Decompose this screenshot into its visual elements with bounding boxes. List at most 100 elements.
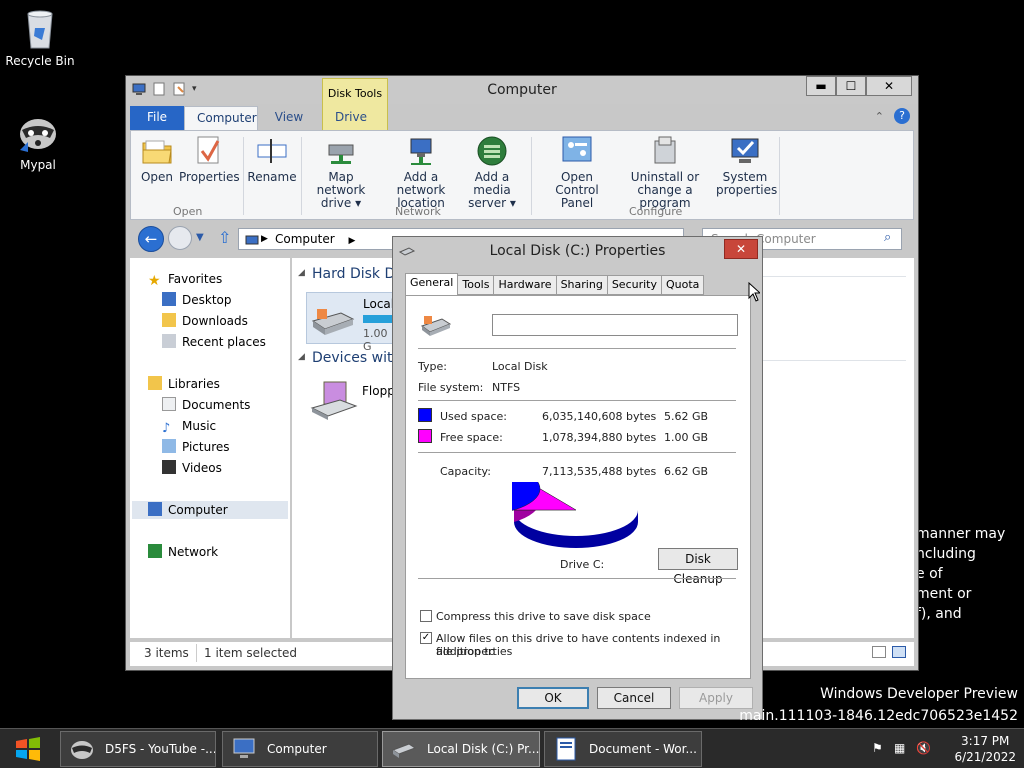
details-view-icon[interactable] <box>872 646 886 658</box>
drive-icon <box>391 736 417 762</box>
tab-quota[interactable]: Quota <box>660 275 705 295</box>
tab-tools[interactable]: Tools <box>457 275 495 295</box>
large-icons-view-icon[interactable] <box>892 646 906 658</box>
nav-favorites[interactable]: ★ Favorites <box>148 270 222 288</box>
maximize-button[interactable]: ☐ <box>836 76 866 96</box>
window-title: Computer <box>487 82 557 98</box>
rename-button[interactable]: Rename <box>247 135 297 184</box>
breadcrumb-chevron-icon[interactable]: ▶ <box>348 236 355 246</box>
nav-network[interactable]: Network <box>148 543 218 561</box>
tab-file[interactable]: File <box>130 106 184 130</box>
navigation-pane: ★ Favorites Desktop Downloads Recent plac… <box>130 258 290 638</box>
dialog-tabs: General Tools Hardware Sharing Security … <box>405 273 705 295</box>
nav-videos[interactable]: Videos <box>162 459 222 477</box>
recycle-bin-desktop-icon[interactable]: Recycle Bin <box>0 6 80 68</box>
watermark-line-1: Windows Developer Preview <box>820 686 1018 702</box>
tab-view[interactable]: View <box>258 106 320 130</box>
group-label-configure: Configure <box>629 205 683 218</box>
properties-icon <box>192 135 224 167</box>
search-icon[interactable]: ⌕ <box>884 230 891 245</box>
system-properties-button[interactable]: System properties <box>715 135 777 197</box>
disk-cleanup-button[interactable]: Disk Cleanup <box>658 548 738 586</box>
nav-music[interactable]: ♪ Music <box>162 417 216 436</box>
nav-libraries[interactable]: Libraries <box>148 375 220 393</box>
ribbon-separator <box>301 137 302 215</box>
open-control-panel-button[interactable]: Open Control Panel <box>539 135 615 210</box>
minimize-button[interactable]: ▬ <box>806 76 836 96</box>
tab-computer[interactable]: Computer <box>184 106 258 130</box>
breadcrumb-chevron-icon[interactable]: ▶ <box>261 229 268 249</box>
general-tab-panel: Type: Local Disk File system: NTFS Used … <box>405 295 751 679</box>
nav-pictures[interactable]: Pictures <box>162 438 230 456</box>
drive-name-input[interactable] <box>492 314 738 336</box>
close-button[interactable]: ✕ <box>866 76 912 96</box>
tab-hardware[interactable]: Hardware <box>493 275 557 295</box>
taskbar-button-computer[interactable]: Computer <box>222 731 378 767</box>
open-button[interactable]: Open <box>137 135 177 184</box>
desktop-icon <box>162 292 176 306</box>
star-icon: ★ <box>148 273 161 289</box>
uninstall-icon <box>649 135 681 167</box>
local-disk-tile[interactable]: Local 1.00 G <box>306 292 397 353</box>
cancel-button[interactable]: Cancel <box>597 687 671 709</box>
ribbon-minimize-icon[interactable]: ⌃ <box>875 110 884 123</box>
back-button[interactable]: ← <box>138 226 164 252</box>
nav-recent-places[interactable]: Recent places <box>162 333 266 351</box>
nav-computer[interactable]: Computer <box>132 501 288 519</box>
nav-desktop[interactable]: Desktop <box>162 291 232 309</box>
tab-sharing[interactable]: Sharing <box>555 275 608 295</box>
context-tab-label: Disk Tools <box>327 87 383 100</box>
documents-icon <box>162 397 176 411</box>
nav-documents[interactable]: Documents <box>162 396 250 414</box>
recent-locations-chevron-icon[interactable]: ▼ <box>196 232 204 243</box>
free-space-swatch <box>418 429 432 443</box>
taskbar-button-youtube[interactable]: D5FS - YouTube -... <box>60 731 216 767</box>
computer-icon[interactable] <box>132 82 146 96</box>
add-network-location-button[interactable]: Add a network location <box>381 135 461 210</box>
apply-button[interactable]: Apply <box>679 687 753 709</box>
action-center-flag-icon[interactable]: ⚑ <box>872 741 883 755</box>
used-space-swatch <box>418 408 432 422</box>
button-label: Rename <box>247 170 297 184</box>
title-bar[interactable]: ▾ Computer ▬ ☐ ✕ <box>126 76 918 104</box>
collapse-chevron-icon[interactable]: ◢ <box>298 352 305 362</box>
group-label-open: Open <box>173 205 203 218</box>
tab-general[interactable]: General <box>405 273 459 295</box>
floppy-tile[interactable]: Flopp <box>306 376 396 426</box>
volume-muted-icon[interactable]: 🔇 <box>916 741 931 755</box>
network-tray-icon[interactable]: ▦ <box>894 741 905 755</box>
start-button[interactable] <box>8 733 48 765</box>
allow-indexing-checkbox[interactable]: ✓ <box>420 632 432 644</box>
properties-button[interactable]: Properties <box>179 135 240 184</box>
ok-button[interactable]: OK <box>517 687 589 709</box>
up-arrow-icon[interactable]: ⇧ <box>218 228 231 247</box>
help-icon[interactable]: ? <box>894 108 910 124</box>
button-label: Add a media server ▾ <box>468 170 516 210</box>
computer-icon <box>148 502 162 516</box>
forward-button[interactable] <box>168 226 192 250</box>
uninstall-program-button[interactable]: Uninstall or change a program <box>617 135 713 210</box>
background-text-line: e of <box>916 566 943 582</box>
clock[interactable]: 3:17 PM 6/21/2022 <box>954 733 1016 765</box>
ribbon-separator <box>779 137 780 215</box>
properties-small-icon[interactable] <box>152 82 166 96</box>
compress-drive-checkbox[interactable] <box>420 610 432 622</box>
network-icon <box>148 544 162 558</box>
tab-security[interactable]: Security <box>606 275 662 295</box>
dialog-close-button[interactable]: ✕ <box>724 239 758 259</box>
add-media-server-button[interactable]: Add a media server ▾ <box>461 135 523 210</box>
hard-drive-icon <box>311 303 355 337</box>
computer-icon <box>245 233 259 245</box>
nav-downloads[interactable]: Downloads <box>162 312 248 330</box>
new-folder-small-icon[interactable] <box>172 82 186 96</box>
taskbar-button-document[interactable]: Document - Wor... <box>544 731 702 767</box>
rename-icon <box>256 135 288 167</box>
collapse-chevron-icon[interactable]: ◢ <box>298 268 305 278</box>
chevron-down-icon[interactable]: ▾ <box>192 82 206 96</box>
ribbon-separator <box>531 137 532 215</box>
mypal-desktop-icon[interactable]: Mypal <box>0 110 78 172</box>
taskbar-button-local-disk[interactable]: Local Disk (C:) Pr... <box>382 731 540 767</box>
tab-drive[interactable]: Drive <box>320 106 382 130</box>
breadcrumb-computer[interactable]: Computer <box>275 232 335 246</box>
map-network-drive-button[interactable]: Map network drive ▾ <box>303 135 379 210</box>
